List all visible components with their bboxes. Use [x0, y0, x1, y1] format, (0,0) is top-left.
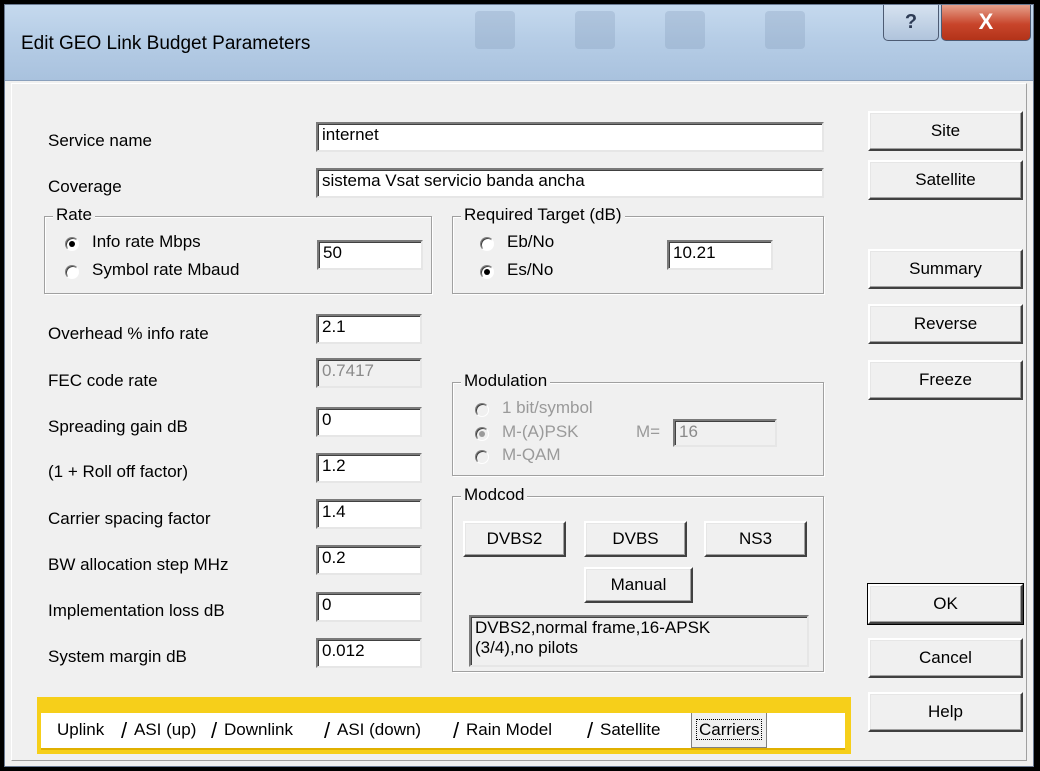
modcod-description: DVBS2,normal frame,16-APSK (3/4),no pilo… [469, 615, 809, 667]
modulation-title: Modulation [461, 371, 551, 391]
overhead-label: Overhead % info rate [48, 324, 209, 343]
rate-group: Rate Info rate Mbps Symbol rate Mbaud 50 [44, 205, 432, 294]
titlebar-reflection [765, 11, 805, 49]
ebno-radio[interactable] [480, 237, 494, 251]
mapsk-label: M-(A)PSK [502, 422, 579, 441]
fec-label: FEC code rate [48, 371, 158, 390]
dvbs2-button[interactable]: DVBS2 [463, 521, 566, 557]
required-target-group: Required Target (dB) Eb/No Es/No 10.21 [452, 205, 824, 294]
cancel-button[interactable]: Cancel [868, 638, 1023, 678]
window-title: Edit GEO Link Budget Parameters [21, 33, 311, 54]
modcod-description-line2: (3/4),no pilots [475, 638, 578, 657]
summary-button[interactable]: Summary [868, 249, 1023, 289]
esno-label[interactable]: Es/No [507, 260, 553, 280]
modcod-title: Modcod [461, 485, 528, 505]
required-target-title: Required Target (dB) [461, 205, 625, 225]
titlebar-reflection [665, 11, 705, 49]
bw-step-label: BW allocation step MHz [48, 555, 229, 574]
site-button[interactable]: Site [868, 111, 1023, 151]
fec-input: 0.7417 [316, 358, 422, 388]
mapsk-radio [475, 427, 489, 441]
freeze-button[interactable]: Freeze [868, 360, 1023, 400]
info-rate-radio[interactable] [65, 237, 79, 251]
impl-loss-label: Implementation loss dB [48, 601, 225, 620]
tab-uplink[interactable]: Uplink [53, 713, 108, 748]
ns3-button[interactable]: NS3 [704, 521, 807, 557]
rolloff-input[interactable]: 1.2 [316, 453, 422, 483]
rate-group-title: Rate [53, 205, 95, 225]
tab-asi-down[interactable]: ASI (down) [333, 713, 425, 748]
ebno-label[interactable]: Eb/No [507, 232, 554, 252]
service-name-input[interactable]: internet [316, 122, 824, 152]
dialog-window: Edit GEO Link Budget Parameters ? X Serv… [4, 4, 1034, 767]
title-bar[interactable]: Edit GEO Link Budget Parameters ? X [5, 5, 1033, 81]
tab-carriers[interactable]: Carriers [691, 713, 768, 748]
tab-separator: / [211, 718, 218, 743]
manual-button[interactable]: Manual [584, 567, 693, 603]
rolloff-label: (1 + Roll off factor) [48, 462, 188, 481]
tab-strip: Uplink / ASI (up) / Downlink / ASI (down… [37, 697, 851, 754]
one-bit-radio [475, 403, 489, 417]
tab-rain-model[interactable]: Rain Model [462, 713, 556, 748]
close-button[interactable]: X [941, 5, 1031, 41]
modulation-group: Modulation 1 bit/symbol M-(A)PSK M-QAM M… [452, 371, 824, 476]
dvbs-button[interactable]: DVBS [584, 521, 687, 557]
system-margin-input[interactable]: 0.012 [316, 638, 422, 668]
modcod-group: Modcod DVBS2 DVBS NS3 Manual DVBS2,norma… [452, 485, 824, 672]
carrier-spacing-label: Carrier spacing factor [48, 509, 211, 528]
tab-separator: / [453, 718, 460, 743]
tab-row: Uplink / ASI (up) / Downlink / ASI (down… [41, 713, 845, 750]
mqam-label: M-QAM [502, 445, 561, 464]
one-bit-label: 1 bit/symbol [502, 398, 593, 417]
m-value-input: 16 [673, 419, 777, 447]
target-value-input[interactable]: 10.21 [667, 240, 773, 270]
tab-separator: / [121, 718, 128, 743]
rate-value-input[interactable]: 50 [317, 240, 423, 270]
titlebar-reflection [475, 11, 515, 49]
help-caption-button[interactable]: ? [883, 5, 939, 41]
tab-carriers-label: Carriers [696, 719, 763, 740]
close-icon: X [978, 9, 994, 34]
help-icon: ? [904, 11, 918, 33]
carrier-spacing-input[interactable]: 1.4 [316, 499, 422, 529]
satellite-button[interactable]: Satellite [868, 160, 1023, 200]
symbol-rate-label[interactable]: Symbol rate Mbaud [92, 260, 239, 280]
help-button[interactable]: Help [868, 692, 1023, 732]
esno-radio[interactable] [480, 265, 494, 279]
spreading-gain-input[interactable]: 0 [316, 407, 422, 437]
spreading-gain-label: Spreading gain dB [48, 417, 188, 436]
m-label: M= [636, 422, 661, 441]
tab-satellite[interactable]: Satellite [596, 713, 664, 748]
overhead-input[interactable]: 2.1 [316, 314, 422, 344]
titlebar-reflection [575, 11, 615, 49]
impl-loss-input[interactable]: 0 [316, 592, 422, 622]
info-rate-label[interactable]: Info rate Mbps [92, 232, 201, 252]
coverage-input[interactable]: sistema Vsat servicio banda ancha [316, 168, 824, 198]
tab-downlink[interactable]: Downlink [220, 713, 297, 748]
coverage-label: Coverage [48, 177, 122, 196]
ok-button[interactable]: OK [867, 583, 1024, 625]
dialog-client-area: Service name internet Coverage sistema V… [11, 83, 1027, 761]
tab-separator: / [587, 718, 594, 743]
modcod-description-line1: DVBS2,normal frame,16-APSK [475, 618, 711, 637]
service-name-label: Service name [48, 131, 152, 150]
reverse-button[interactable]: Reverse [868, 304, 1023, 344]
tab-asi-up[interactable]: ASI (up) [130, 713, 200, 748]
mqam-radio [475, 450, 489, 464]
symbol-rate-radio[interactable] [65, 265, 79, 279]
bw-step-input[interactable]: 0.2 [316, 545, 422, 575]
tab-separator: / [324, 718, 331, 743]
system-margin-label: System margin dB [48, 647, 187, 666]
